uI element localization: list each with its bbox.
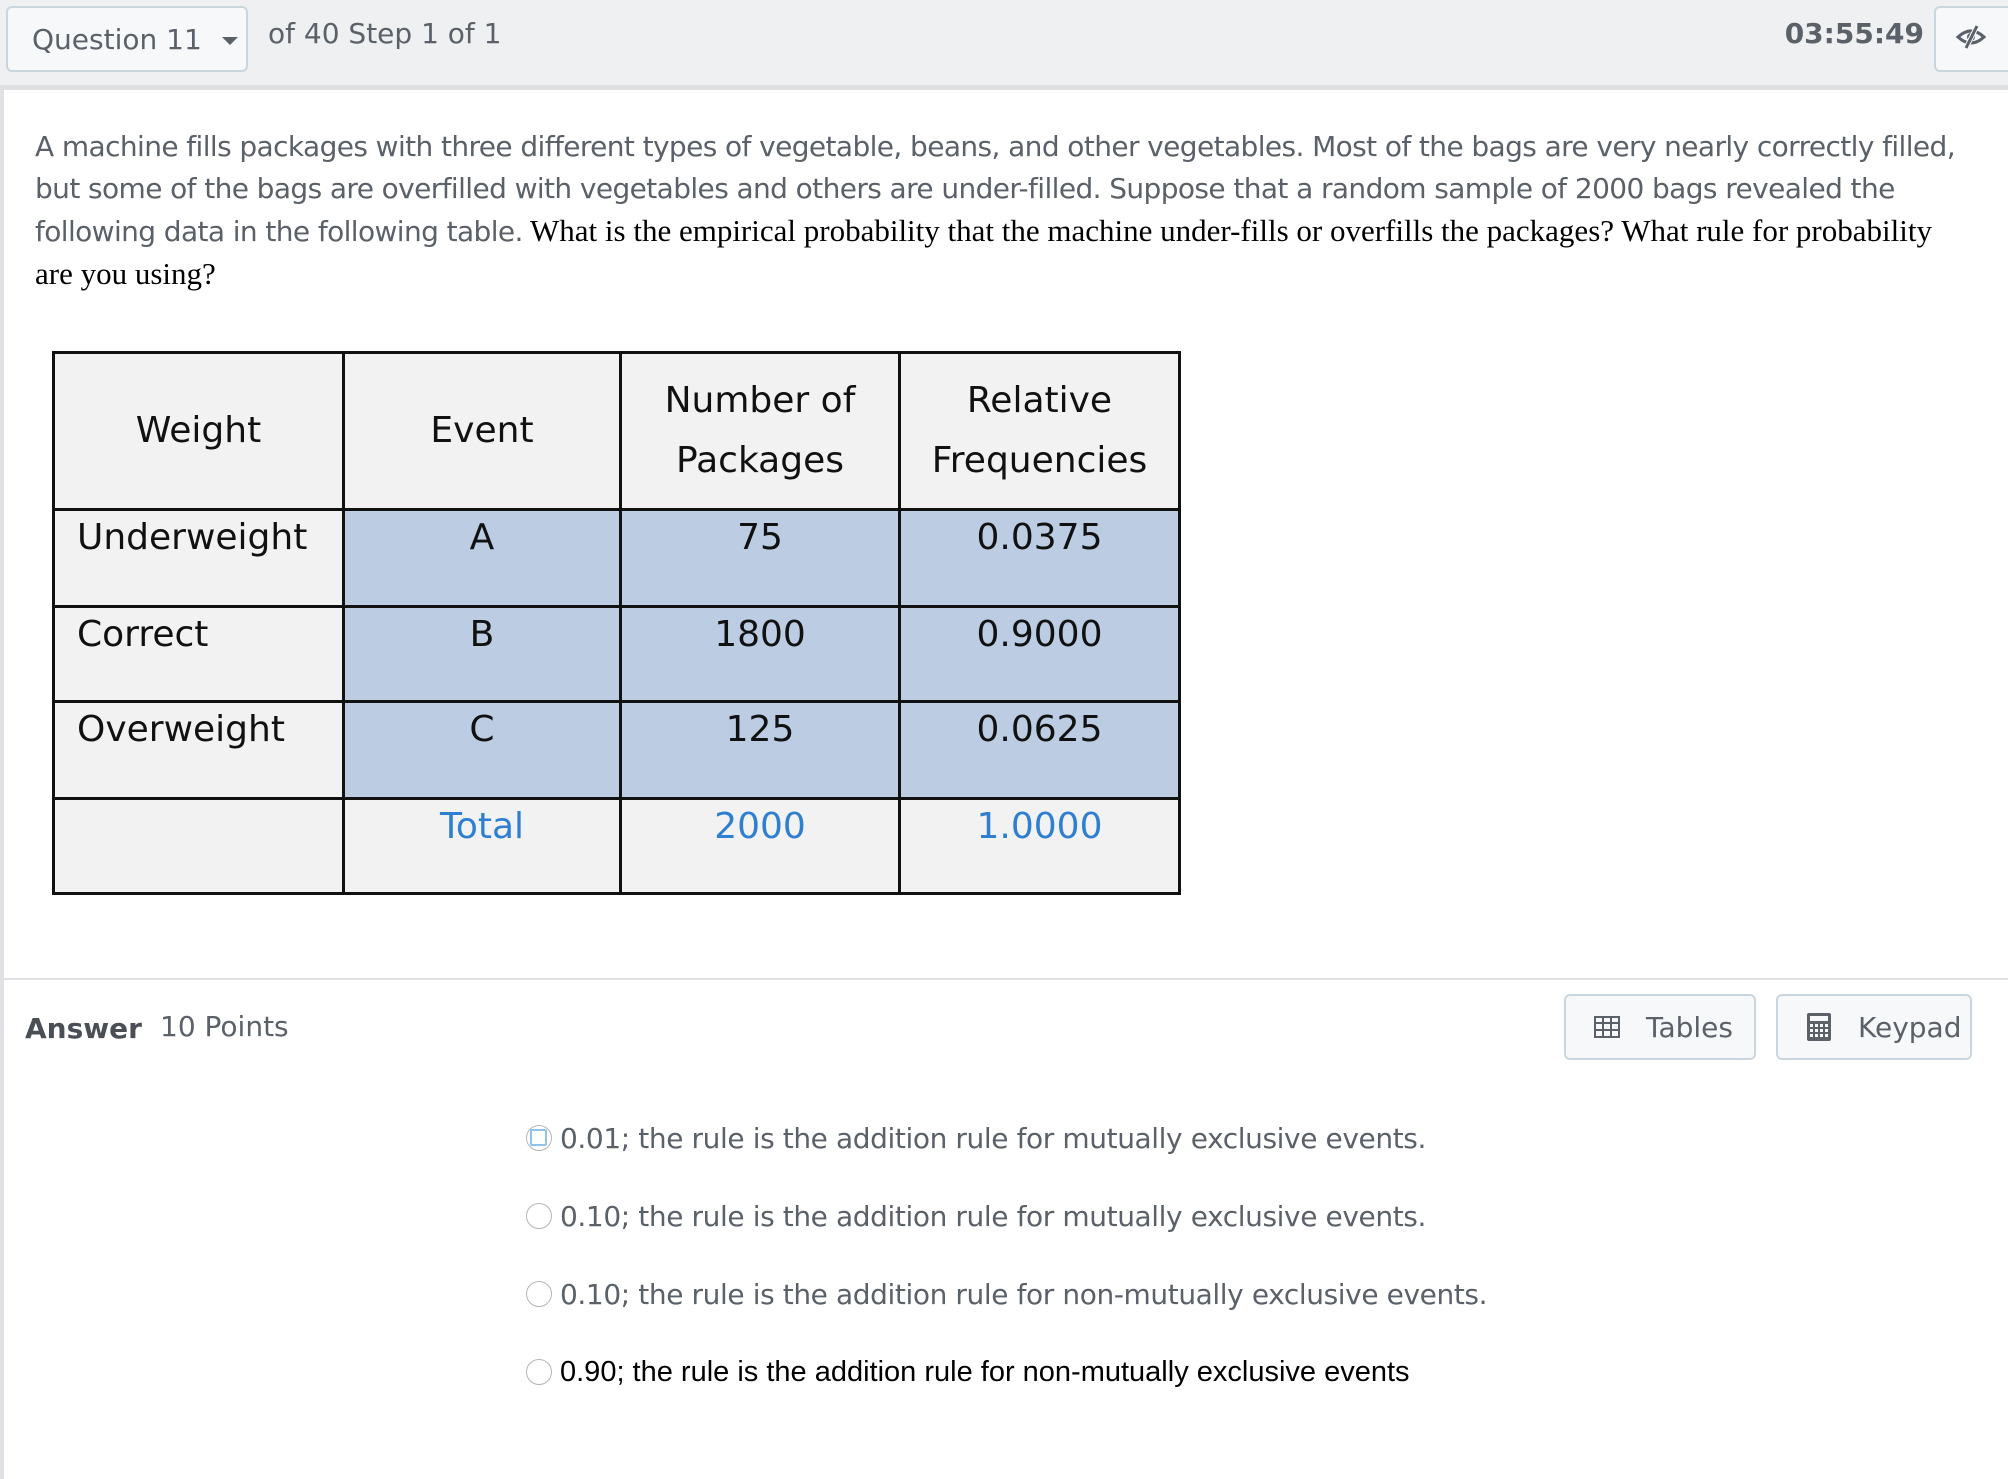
step-indicator: of 40 Step 1 of 1 (268, 17, 502, 50)
frequency-table: Weight Event Number of Packages Relative F… (52, 351, 1181, 895)
tables-button-label: Tables (1646, 1010, 1733, 1044)
answer-options: 0.01; the rule is the addition rule for … (526, 1118, 1487, 1430)
header-weight: Weight (52, 351, 345, 511)
radio-button[interactable] (526, 1203, 552, 1229)
answer-option[interactable]: 0.10; the rule is the addition rule for … (526, 1274, 1487, 1314)
table-row: Overweight C 125 0.0625 (52, 700, 1181, 800)
table-total-row: Total 2000 1.0000 (52, 797, 1181, 895)
cell-packages: 75 (619, 508, 901, 608)
cell-event: B (342, 605, 622, 703)
question-selector-label: Question 11 (32, 22, 202, 56)
cell-event: A (342, 508, 622, 608)
table-row: Underweight A 75 0.0375 (52, 508, 1181, 608)
answer-option[interactable]: 0.90; the rule is the addition rule for … (526, 1352, 1487, 1392)
cell-relative: 0.9000 (898, 605, 1181, 703)
cell-weight: Underweight (52, 508, 345, 608)
table-grid-icon (1594, 1016, 1620, 1038)
cell-weight: Overweight (52, 700, 345, 800)
answer-option-text: 0.10; the rule is the addition rule for … (560, 1199, 1426, 1233)
answer-option[interactable]: 0.10; the rule is the addition rule for … (526, 1196, 1487, 1236)
question-selector-dropdown[interactable]: Question 11 (6, 6, 248, 72)
answer-label: Answer (25, 1012, 142, 1045)
answer-option-text: 0.01; the rule is the addition rule for … (560, 1121, 1426, 1155)
cell-relative: 0.0625 (898, 700, 1181, 800)
answer-option-text: 0.10; the rule is the addition rule for … (560, 1277, 1488, 1311)
radio-button[interactable] (526, 1359, 552, 1385)
cell-total-label: Total (342, 797, 622, 895)
left-border (0, 0, 4, 1479)
radio-button[interactable] (526, 1125, 552, 1151)
countdown-timer: 03:55:49 (1784, 17, 1924, 50)
radio-button[interactable] (526, 1281, 552, 1307)
header-relative-frequencies: Relative Frequencies (898, 351, 1181, 511)
keypad-button-label: Keypad (1858, 1010, 1962, 1044)
cell-weight: Correct (52, 605, 345, 703)
cell-relative: 0.0375 (898, 508, 1181, 608)
question-text: A machine fills packages with three diff… (35, 126, 1975, 296)
cell-event: C (342, 700, 622, 800)
hide-timer-button[interactable] (1934, 6, 2008, 72)
tables-button[interactable]: Tables (1564, 994, 1756, 1060)
table-header-row: Weight Event Number of Packages Relative F… (52, 351, 1181, 511)
keypad-button[interactable]: Keypad (1776, 994, 1972, 1060)
section-divider (4, 978, 2008, 980)
header-event: Event (342, 351, 622, 511)
answer-option[interactable]: 0.01; the rule is the addition rule for … (526, 1118, 1487, 1158)
cell-total-weight (52, 797, 345, 895)
cell-packages: 125 (619, 700, 901, 800)
cell-total-relative: 1.0000 (898, 797, 1181, 895)
calculator-icon (1806, 1012, 1832, 1042)
header-bar: Question 11 of 40 Step 1 of 1 03:55:49 (0, 0, 2008, 90)
cell-total-packages: 2000 (619, 797, 901, 895)
caret-down-icon (221, 37, 238, 45)
header-number-of-packages: Number of Packages (619, 351, 901, 511)
points-value: 10 Points (160, 1010, 289, 1043)
table-row: Correct B 1800 0.9000 (52, 605, 1181, 703)
cell-packages: 1800 (619, 605, 901, 703)
answer-option-text: 0.90; the rule is the addition rule for … (560, 1355, 1410, 1388)
eye-slash-icon (1955, 24, 1987, 55)
